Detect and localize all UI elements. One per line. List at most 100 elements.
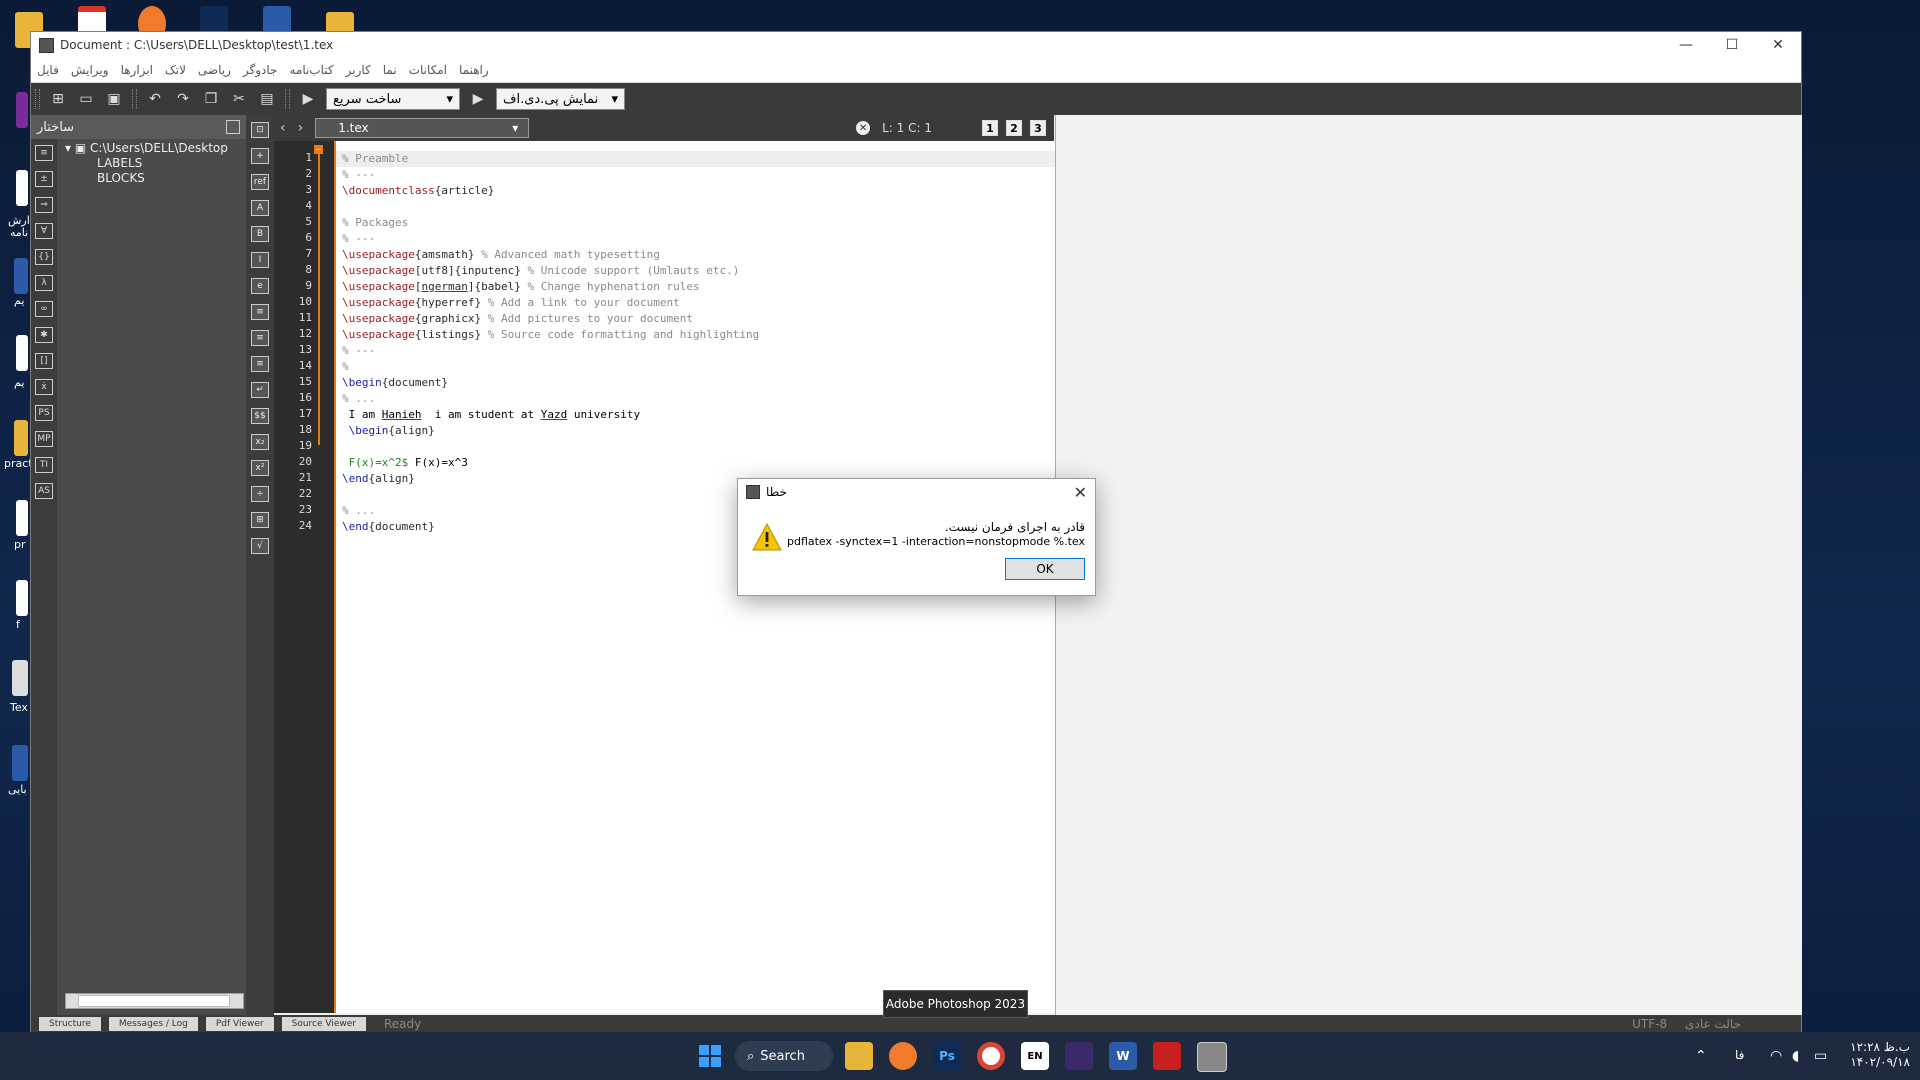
new-file-icon[interactable]: ⊞: [47, 88, 69, 110]
code-line[interactable]: % ---: [342, 343, 375, 359]
code-line[interactable]: \documentclass{article}: [342, 183, 494, 199]
view-pdf-select[interactable]: نمایش پی.دی.اف ▾: [496, 88, 625, 110]
file-explorer-icon[interactable]: [845, 1042, 873, 1070]
maximize-button[interactable]: ☐: [1709, 32, 1755, 58]
pstricks-icon[interactable]: PS: [35, 405, 53, 421]
code-line[interactable]: F(x)=x^2$ F(x)=x^3: [342, 455, 468, 471]
tab-source-viewer[interactable]: Source Viewer: [281, 1016, 366, 1031]
cut-icon[interactable]: ✂: [228, 88, 250, 110]
structure-view-icon[interactable]: ≡: [35, 145, 53, 161]
infinity-icon[interactable]: ∞: [35, 301, 53, 317]
menu-user[interactable]: کاربر: [346, 63, 371, 77]
pdf-icon[interactable]: [16, 170, 28, 206]
dialog-close-icon[interactable]: ✕: [1074, 483, 1087, 502]
bold-icon[interactable]: B: [251, 226, 269, 242]
code-line[interactable]: \begin{document}: [342, 375, 448, 391]
asymptote-icon[interactable]: AS: [35, 483, 53, 499]
word-icon[interactable]: [14, 258, 28, 294]
menu-view[interactable]: نما: [383, 63, 397, 77]
code-line[interactable]: \end{align}: [342, 471, 415, 487]
align-left-icon[interactable]: ≡: [251, 304, 269, 320]
menu-bibliography[interactable]: کتاب‌نامه: [289, 63, 333, 77]
redo-icon[interactable]: ↷: [172, 88, 194, 110]
run-view-icon[interactable]: ▶: [467, 88, 489, 110]
open-folder-icon[interactable]: ▭: [75, 88, 97, 110]
view-1-button[interactable]: 1: [982, 120, 998, 136]
asterisk-icon[interactable]: ✱: [35, 327, 53, 343]
close-button[interactable]: ✕: [1755, 32, 1801, 58]
view-2-button[interactable]: 2: [1006, 120, 1022, 136]
start-button[interactable]: [696, 1042, 724, 1070]
maximize-panel-icon[interactable]: ⊡: [251, 122, 269, 138]
math-mode-icon[interactable]: $$: [251, 408, 269, 424]
language-indicator[interactable]: فا: [1735, 1048, 1744, 1062]
wifi-icon[interactable]: ◠: [1770, 1048, 1782, 1064]
back-icon[interactable]: ‹: [280, 120, 286, 136]
code-line[interactable]: \begin{align}: [342, 423, 435, 439]
run-quick-build-icon[interactable]: ▶: [297, 88, 319, 110]
menu-wizard[interactable]: جادوگر: [243, 63, 278, 77]
quick-build-select[interactable]: ساخت سریع ▾: [326, 88, 460, 110]
acrobat-icon[interactable]: [1153, 1042, 1181, 1070]
code-line[interactable]: % ...: [342, 503, 375, 519]
chevron-up-icon[interactable]: ⌃: [1695, 1048, 1707, 1064]
matrix-icon[interactable]: ⊞: [251, 512, 269, 528]
app-icon[interactable]: [1065, 1042, 1093, 1070]
tab-pdf-viewer[interactable]: Pdf Viewer: [205, 1016, 274, 1031]
menu-help[interactable]: راهنما: [459, 63, 489, 77]
copy-icon[interactable]: ❐: [200, 88, 222, 110]
volume-icon[interactable]: ◖: [1792, 1048, 1799, 1064]
bracket-icon[interactable]: []: [35, 353, 53, 369]
italic-icon[interactable]: I: [251, 252, 269, 268]
tikz-icon[interactable]: TI: [35, 457, 53, 473]
code-line[interactable]: \end{document}: [342, 519, 435, 535]
document-tab-select[interactable]: 1.tex ▾: [315, 118, 530, 138]
menu-math[interactable]: ریاضی: [198, 63, 231, 77]
taskbar-search[interactable]: ⌕ Search: [735, 1041, 833, 1071]
arrow-icon[interactable]: ⇒: [35, 197, 53, 213]
horizontal-scrollbar[interactable]: [65, 993, 244, 1009]
insert-section-icon[interactable]: +: [251, 148, 269, 164]
code-line[interactable]: % Preamble: [342, 151, 408, 167]
fold-marker-icon[interactable]: −: [314, 145, 323, 154]
pdf-icon[interactable]: [16, 335, 28, 371]
file-icon[interactable]: [16, 500, 28, 536]
app-icon[interactable]: [16, 92, 28, 128]
forward-icon[interactable]: ›: [298, 120, 304, 136]
menu-latex[interactable]: لاتک: [165, 63, 186, 77]
align-center-icon[interactable]: ≡: [251, 330, 269, 346]
paste-icon[interactable]: ▤: [256, 88, 278, 110]
firefox-icon[interactable]: [889, 1042, 917, 1070]
emphasis-icon[interactable]: e: [251, 278, 269, 294]
folder-icon[interactable]: [14, 420, 28, 456]
font-size-icon[interactable]: A: [251, 200, 269, 216]
subscript-icon[interactable]: x₂: [251, 434, 269, 450]
greek-icon[interactable]: λ: [35, 275, 53, 291]
undo-icon[interactable]: ↶: [144, 88, 166, 110]
brace-icon[interactable]: {}: [35, 249, 53, 265]
photoshop-icon[interactable]: Ps: [933, 1042, 961, 1070]
menu-file[interactable]: فایل: [37, 63, 59, 77]
menu-tools[interactable]: ابزارها: [121, 63, 153, 77]
metapost-icon[interactable]: MP: [35, 431, 53, 447]
ref-icon[interactable]: ref: [251, 174, 269, 190]
code-line[interactable]: \usepackage{hyperref} % Add a link to yo…: [342, 295, 680, 311]
newline-icon[interactable]: ↵: [251, 382, 269, 398]
accent-icon[interactable]: ẋ: [35, 379, 53, 395]
scrollbar-thumb[interactable]: [78, 995, 230, 1007]
texmaker-icon[interactable]: [1197, 1042, 1227, 1072]
collapse-arrow-icon[interactable]: ▾: [65, 141, 71, 155]
tree-item-blocks[interactable]: BLOCKS: [65, 171, 246, 186]
menu-edit[interactable]: ویرایش: [71, 63, 109, 77]
pdf-icon[interactable]: [16, 580, 28, 616]
tab-structure[interactable]: Structure: [39, 1016, 101, 1031]
code-line[interactable]: \usepackage[ngerman]{babel} % Change hyp…: [342, 279, 700, 295]
code-line[interactable]: \usepackage{listings} % Source code form…: [342, 327, 759, 343]
code-line[interactable]: % ---: [342, 167, 375, 183]
delimiter-icon[interactable]: ∀: [35, 223, 53, 239]
fraction-icon[interactable]: ÷: [251, 486, 269, 502]
code-line[interactable]: \usepackage[utf8]{inputenc} % Unicode su…: [342, 263, 739, 279]
tab-messages-log[interactable]: Messages / Log: [108, 1016, 198, 1031]
code-line[interactable]: \usepackage{amsmath} % Advanced math typ…: [342, 247, 660, 263]
battery-icon[interactable]: ▭: [1814, 1048, 1827, 1064]
